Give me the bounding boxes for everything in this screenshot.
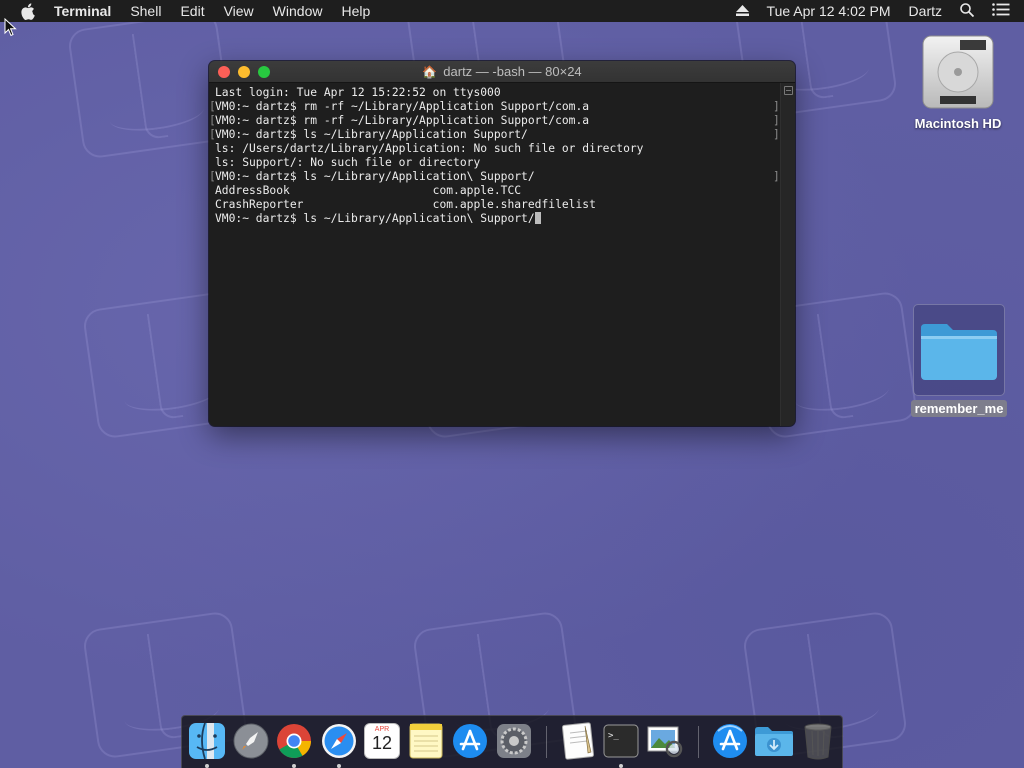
- dock-textedit[interactable]: [558, 721, 598, 761]
- running-indicator: [205, 764, 209, 768]
- notification-center-icon[interactable]: [992, 3, 1010, 19]
- remember-me-folder[interactable]: remember_me: [910, 304, 1008, 417]
- dock-preview[interactable]: [645, 721, 685, 761]
- dock-launchpad[interactable]: [231, 721, 271, 761]
- user-menu[interactable]: Dartz: [909, 3, 942, 19]
- terminal-icon: >_: [603, 724, 639, 758]
- eject-icon[interactable]: [735, 3, 749, 19]
- dock: APR 12 >_: [181, 715, 843, 768]
- menu-edit[interactable]: Edit: [180, 3, 204, 19]
- menu-shell[interactable]: Shell: [130, 3, 161, 19]
- menu-app-terminal[interactable]: Terminal: [54, 3, 111, 19]
- menu-help[interactable]: Help: [341, 3, 370, 19]
- dock-chrome[interactable]: [274, 721, 314, 768]
- mark-bracket-icon: ]: [773, 170, 780, 183]
- remember-me-label: remember_me: [910, 400, 1008, 417]
- menu-view[interactable]: View: [224, 3, 254, 19]
- chrome-icon: [277, 724, 311, 758]
- text-cursor: [534, 212, 541, 224]
- dock-terminal[interactable]: >_: [601, 721, 641, 768]
- dock-separator: [546, 726, 547, 758]
- dock-applications-folder[interactable]: [710, 721, 750, 761]
- hard-drive-icon: [922, 35, 994, 109]
- terminal-scrollbar[interactable]: [780, 83, 795, 426]
- launchpad-icon: [233, 723, 269, 759]
- menu-window[interactable]: Window: [273, 3, 323, 19]
- notes-icon: [409, 723, 443, 759]
- split-pane-icon[interactable]: [784, 86, 793, 95]
- terminal-line: ls: /Users/dartz/Library/Application: No…: [215, 142, 644, 155]
- dock-finder[interactable]: [187, 721, 227, 768]
- terminal-line: Last login: Tue Apr 12 15:22:52 on ttys0…: [215, 86, 501, 99]
- minimize-button[interactable]: [238, 66, 250, 78]
- spotlight-search-icon[interactable]: [960, 2, 975, 20]
- terminal-line: ls: Support/: No such file or directory: [215, 156, 481, 169]
- mark-bracket-icon: [: [209, 128, 216, 141]
- terminal-line: VM0:~ dartz$ ls ~/Library/Application Su…: [215, 128, 528, 141]
- terminal-line: CrashReporter com.apple.sharedfilelist: [215, 198, 596, 211]
- terminal-line: AddressBook com.apple.TCC: [215, 184, 522, 197]
- mouse-pointer-icon: [4, 18, 17, 37]
- terminal-line: VM0:~ dartz$ ls ~/Library/Application\ S…: [215, 212, 535, 225]
- mark-bracket-icon: [: [209, 170, 216, 183]
- mark-bracket-icon: [: [209, 114, 216, 127]
- apple-menu-icon[interactable]: [20, 2, 38, 20]
- terminal-output[interactable]: Last login: Tue Apr 12 15:22:52 on ttys0…: [209, 83, 795, 426]
- clock[interactable]: Tue Apr 12 4:02 PM: [767, 3, 891, 19]
- mark-bracket-icon: ]: [773, 100, 780, 113]
- running-indicator: [337, 764, 341, 768]
- folder-icon: [921, 324, 997, 380]
- preview-icon: [647, 726, 683, 758]
- app-store-icon: [453, 724, 487, 758]
- calendar-day: 12: [371, 733, 393, 753]
- mark-bracket-icon: ]: [773, 114, 780, 127]
- macintosh-hd-label: Macintosh HD: [914, 116, 1002, 131]
- dock-calendar[interactable]: APR 12: [362, 721, 402, 761]
- dock-system-preferences[interactable]: [494, 721, 534, 761]
- calendar-icon: APR 12: [365, 724, 399, 758]
- terminal-prompt-line[interactable]: VM0:~ dartz$ ls ~/Library/Application\ S…: [215, 212, 795, 226]
- terminal-window[interactable]: 🏠 dartz — -bash — 80×24 Last login: Tue …: [209, 61, 795, 426]
- terminal-line: VM0:~ dartz$ rm -rf ~/Library/Applicatio…: [215, 114, 590, 127]
- svg-text:>_: >_: [608, 731, 619, 741]
- calendar-month: APR: [374, 726, 390, 733]
- folder-selection-highlight: [913, 304, 1005, 396]
- downloads-folder-icon: [755, 727, 793, 756]
- mark-bracket-icon: ]: [773, 128, 780, 141]
- close-button[interactable]: [218, 66, 230, 78]
- safari-icon: [322, 724, 356, 758]
- running-indicator: [619, 764, 623, 768]
- terminal-title: dartz — -bash — 80×24: [443, 64, 582, 79]
- dock-safari[interactable]: [319, 721, 359, 768]
- dock-notes[interactable]: [406, 721, 446, 761]
- dock-trash[interactable]: [798, 721, 838, 761]
- dock-downloads-folder[interactable]: [754, 721, 794, 761]
- dock-separator: [698, 726, 699, 758]
- terminal-title-bar[interactable]: 🏠 dartz — -bash — 80×24: [209, 61, 795, 83]
- macintosh-hd-desktop-icon[interactable]: Macintosh HD: [908, 32, 1008, 131]
- terminal-line: VM0:~ dartz$ rm -rf ~/Library/Applicatio…: [215, 100, 590, 113]
- mark-bracket-icon: [: [209, 100, 216, 113]
- textedit-icon: [561, 722, 595, 760]
- zoom-button[interactable]: [258, 66, 270, 78]
- applications-folder-icon: [713, 724, 747, 758]
- trash-icon: [804, 723, 832, 760]
- running-indicator: [292, 764, 296, 768]
- system-preferences-icon: [497, 724, 531, 758]
- terminal-line: VM0:~ dartz$ ls ~/Library/Application\ S…: [215, 170, 535, 183]
- dock-app-store[interactable]: [450, 721, 490, 761]
- home-folder-icon: 🏠: [422, 64, 438, 79]
- menu-bar: Terminal Shell Edit View Window Help Tue…: [0, 0, 1024, 22]
- finder-icon: [189, 722, 225, 760]
